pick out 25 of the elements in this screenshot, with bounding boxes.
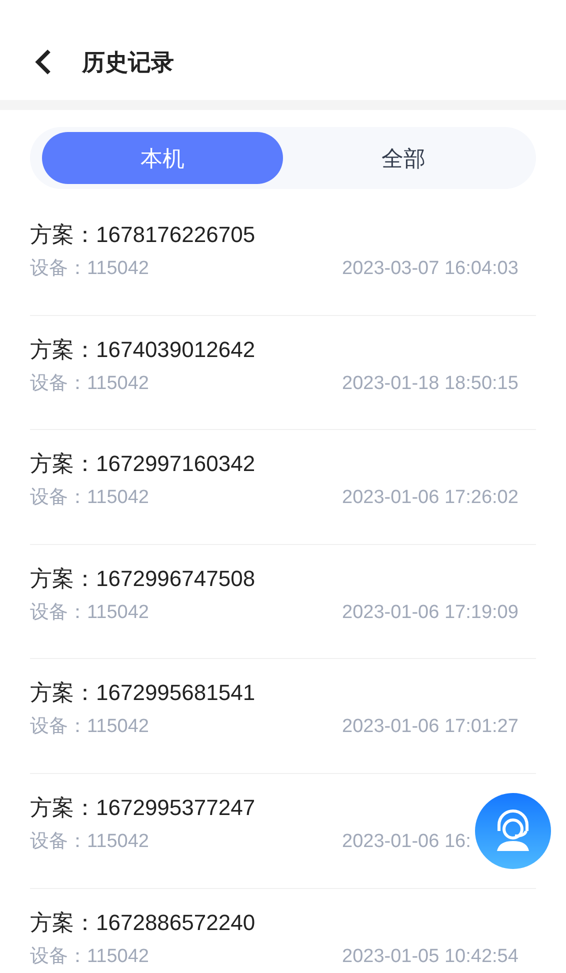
device-id: 设备：115042 bbox=[30, 372, 149, 396]
record-time: 2023-01-06 17:26:02 bbox=[342, 487, 518, 508]
device-id: 设备：115042 bbox=[30, 830, 149, 854]
record-time: 2023-01-06 17:19:09 bbox=[342, 602, 518, 623]
device-id: 设备：115042 bbox=[30, 944, 149, 969]
plan-number: 方案：1672995681541 bbox=[30, 679, 256, 708]
record-time: 2023-01-06 16: bbox=[342, 830, 471, 852]
tab[interactable]: 本机 bbox=[42, 132, 283, 184]
plan-number: 方案：1672995377247 bbox=[30, 794, 256, 822]
device-id: 设备：115042 bbox=[30, 600, 149, 625]
back-icon[interactable] bbox=[33, 48, 53, 76]
device-id: 设备：115042 bbox=[30, 715, 149, 740]
tab[interactable]: 全部 bbox=[283, 132, 524, 184]
plan-number: 方案：1674039012642 bbox=[30, 336, 256, 364]
record-time: 2023-01-18 18:50:15 bbox=[342, 372, 518, 394]
device-id: 设备：115042 bbox=[30, 486, 149, 510]
device-id: 设备：115042 bbox=[30, 257, 149, 281]
plan-number: 方案：1672886572240 bbox=[30, 908, 256, 937]
record-time: 2023-01-05 10:42:54 bbox=[342, 946, 518, 967]
page-title: 历史记录 bbox=[82, 48, 174, 77]
plan-number: 方案：1672997160342 bbox=[30, 450, 256, 478]
record-time: 2023-01-06 17:01:27 bbox=[342, 716, 518, 738]
plan-number: 方案：1672996747508 bbox=[30, 564, 256, 593]
record-time: 2023-03-07 16:04:03 bbox=[342, 258, 518, 279]
plan-number: 方案：1678176226705 bbox=[30, 221, 256, 249]
